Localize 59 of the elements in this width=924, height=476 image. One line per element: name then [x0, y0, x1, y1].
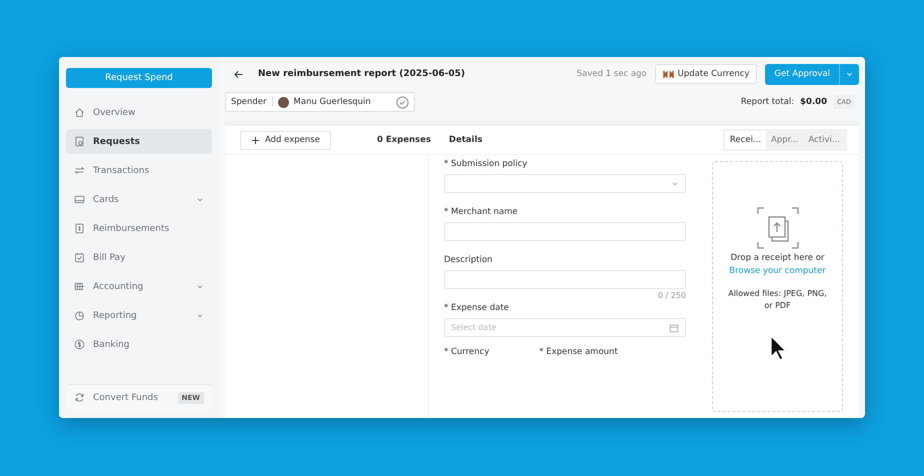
home-icon: [74, 107, 85, 118]
drop-instructions: Drop a receipt here or: [730, 253, 824, 263]
sidebar-item[interactable]: Reimbursements: [66, 216, 212, 241]
calendar-icon: [74, 252, 85, 263]
field-label: * Submission policy: [444, 159, 528, 169]
sidebar-item[interactable]: Reporting: [66, 303, 212, 328]
field-label: * Expense amount: [539, 347, 618, 357]
dollar-icon: [74, 339, 85, 350]
back-arrow-icon[interactable]: [233, 68, 244, 80]
browse-link[interactable]: Browse your computer: [729, 266, 826, 276]
pie-chart-icon: [74, 310, 85, 321]
report-total-label: Report total:: [740, 97, 794, 107]
expense-count: 0 Expenses: [376, 135, 431, 145]
request-spend-button[interactable]: Request Spend: [66, 68, 212, 88]
description-field[interactable]: [444, 270, 686, 289]
add-expense-button[interactable]: Add expense: [240, 130, 331, 150]
sidebar-item[interactable]: Cards: [66, 187, 212, 212]
saved-status: Saved 1 sec ago: [576, 69, 647, 79]
chevron-down-icon: [196, 312, 204, 320]
update-currency-button[interactable]: Update Currency: [654, 64, 758, 84]
get-approval-button[interactable]: Get Approval: [765, 64, 839, 84]
tab[interactable]: Recei...: [724, 131, 766, 149]
chevron-down-icon: [196, 196, 204, 204]
details-heading: Details: [448, 135, 482, 145]
plus-icon: [251, 136, 260, 144]
field-label: * Expense date: [444, 303, 510, 313]
field-label: * Currency: [444, 347, 490, 357]
sidebar-item[interactable]: Requests: [66, 129, 212, 154]
card-icon: [74, 194, 85, 205]
sidebar-item[interactable]: Bill Pay: [66, 245, 212, 270]
ledger-icon: [74, 281, 85, 292]
sidebar-item[interactable]: Accounting: [66, 274, 212, 299]
chevron-down-icon: [671, 180, 679, 188]
arrows-icon: [74, 165, 85, 176]
avatar-icon: [278, 96, 289, 108]
allowed-files-note: Allowed files: JPEG, PNG, or PDF: [727, 288, 828, 312]
report-total-value: $0.00: [800, 97, 827, 107]
document-icon: [74, 136, 85, 147]
receipt-icon: [74, 223, 85, 234]
tab[interactable]: Appr...: [766, 131, 804, 149]
chevron-down-icon: [196, 282, 204, 290]
select-field[interactable]: [444, 174, 686, 193]
field-label: * Merchant name: [444, 207, 519, 217]
report-title: New reimbursement report (2025-06-05): [258, 69, 465, 79]
check-circle-icon: [396, 96, 409, 108]
dropdown-button[interactable]: [839, 64, 859, 84]
calendar-icon: [669, 322, 679, 332]
refresh-icon: [74, 392, 85, 403]
currency-icon: [662, 70, 674, 78]
sidebar-item[interactable]: Overview: [66, 100, 212, 125]
input-field[interactable]: [444, 222, 686, 241]
upload-icon: [756, 206, 800, 250]
character-counter: 0 / 250: [656, 291, 686, 300]
field-label: Description: [444, 255, 494, 265]
sidebar-item[interactable]: Transactions: [66, 158, 212, 183]
receipt-dropzone[interactable]: Drop a receipt here or Browse your computer Allowed files: JPEG, PNG, or PDF: [712, 161, 843, 412]
spender-field[interactable]: Spender Manu Guerlesquin: [225, 92, 415, 112]
sidebar-item[interactable]: Banking: [66, 332, 212, 357]
tab[interactable]: Activi...: [803, 131, 845, 149]
